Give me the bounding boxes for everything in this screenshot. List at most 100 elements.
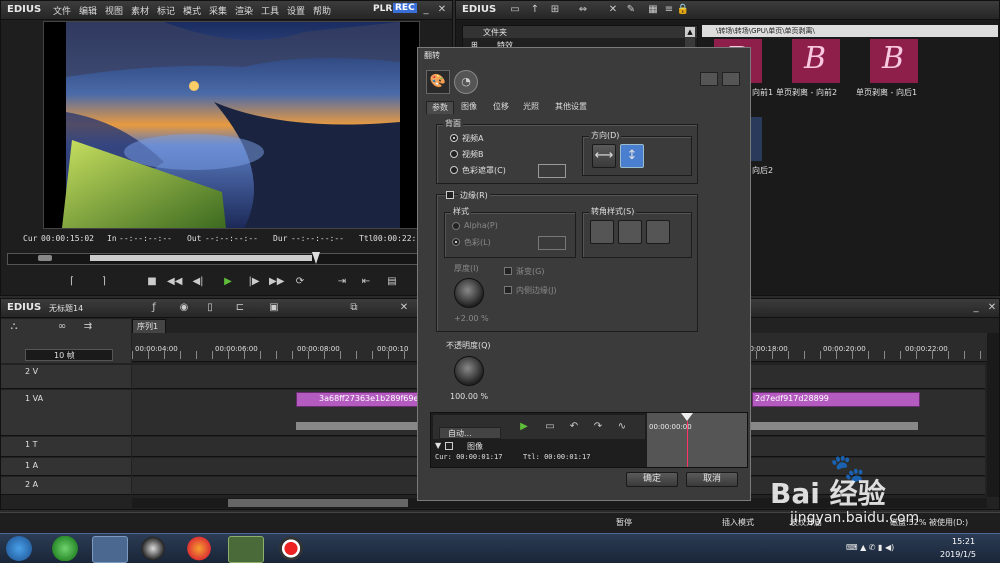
clip-right[interactable]: 2d7edf917d28899 [752, 392, 920, 407]
kf-graph-icon[interactable]: ∿ [615, 421, 629, 433]
track-header-2v[interactable]: 2 V [1, 365, 131, 389]
mark-in-icon[interactable]: ⌈ [65, 276, 79, 288]
track-header-1va[interactable]: 1 VA [1, 390, 131, 436]
timeline-minimize-icon[interactable]: _ [969, 302, 983, 314]
properties-icon[interactable]: ✎ [624, 4, 638, 16]
inner-border-checkbox[interactable] [504, 286, 512, 294]
border-color-swatch[interactable] [538, 236, 566, 250]
corner-square-button[interactable] [590, 220, 614, 244]
track-header-2a[interactable]: 2 A [1, 477, 131, 495]
scroll-up-icon[interactable]: ▲ [685, 27, 695, 37]
menu-marker[interactable]: 标记 [157, 4, 175, 17]
bin-item-2[interactable]: B [792, 39, 840, 83]
track-header-1t[interactable]: 1 T [1, 437, 131, 457]
tab-params[interactable]: 参数 [426, 101, 454, 114]
start-button[interactable] [6, 536, 32, 561]
capture-icon[interactable]: ◉ [177, 302, 191, 314]
radio-video-b[interactable] [450, 150, 458, 158]
play-icon[interactable]: ▶ [221, 276, 235, 288]
folder-icon[interactable]: ▭ [508, 4, 522, 16]
delete-icon[interactable]: ✕ [606, 4, 620, 16]
tray-icons[interactable]: ⌨ ▲ ✆ ▮ ◀) [846, 543, 894, 552]
tab-image[interactable]: 图像 [456, 101, 482, 113]
rec-toggle[interactable]: REC [393, 3, 417, 13]
direction-vertical-button[interactable]: ↕ [620, 144, 644, 168]
rewind-icon[interactable]: ◀◀ [167, 276, 182, 288]
overwrite-icon[interactable]: ⇤ [359, 276, 373, 288]
output-icon[interactable]: ▤ [385, 276, 399, 288]
kf-prev-icon[interactable]: ↶ [567, 421, 581, 433]
tab-other[interactable]: 其他设置 [548, 101, 594, 113]
scrub-playhead[interactable] [312, 252, 320, 264]
direction-horizontal-button[interactable]: ⟷ [592, 144, 616, 168]
taskbar-app-qq[interactable] [136, 536, 170, 561]
opacity-knob[interactable] [454, 356, 484, 386]
taskbar-app-recorder[interactable] [274, 536, 308, 561]
kf-add-icon[interactable]: ▭ [543, 421, 557, 433]
close-icon[interactable]: ✕ [435, 4, 449, 16]
open-icon[interactable]: ⊏ [233, 302, 247, 314]
plr-toggle[interactable]: PLR [373, 4, 392, 14]
menu-clip[interactable]: 素材 [131, 4, 149, 17]
timeline-icon[interactable]: ⇔ [576, 4, 590, 16]
ok-button[interactable]: 确定 [626, 472, 678, 487]
stop-icon[interactable]: ■ [145, 276, 159, 288]
list-icon[interactable]: ≡ [662, 4, 676, 16]
dialog-tool-icon-1[interactable] [700, 72, 718, 86]
zoom-control[interactable]: 10 帧 [25, 349, 113, 361]
sync-icon[interactable]: ∞ [55, 321, 69, 333]
lock-icon[interactable]: 🔒 [676, 4, 690, 16]
menu-capture[interactable]: 采集 [209, 4, 227, 17]
keyframe-timeline[interactable]: 00:00:00:00 [647, 413, 747, 467]
track-mode-icon[interactable]: ⛬ [7, 321, 21, 333]
kf-track-checkbox[interactable] [445, 442, 453, 450]
gradient-checkbox[interactable] [504, 267, 512, 275]
radio-color-matte[interactable] [450, 166, 458, 174]
dialog-tool-icon-2[interactable] [722, 72, 740, 86]
new-icon[interactable]: ▯ [203, 302, 217, 314]
cancel-button[interactable]: 取消 [686, 472, 738, 487]
track-header-1a[interactable]: 1 A [1, 458, 131, 476]
step-forward-icon[interactable]: |▶ [247, 276, 261, 288]
menu-file[interactable]: 文件 [53, 4, 71, 17]
border-checkbox[interactable] [446, 191, 454, 199]
up-icon[interactable]: ↑ [528, 4, 542, 16]
taskbar-app-edius[interactable] [228, 536, 264, 563]
menu-render[interactable]: 渲染 [235, 4, 253, 17]
tab-light[interactable]: 光照 [518, 101, 544, 113]
effect-icon[interactable]: ƒ [147, 302, 161, 314]
preset-button[interactable]: ◔ [454, 70, 478, 94]
taskbar-app-firefox[interactable] [182, 536, 216, 561]
kf-play-icon[interactable]: ▶ [517, 421, 531, 433]
corner-round-button[interactable] [618, 220, 642, 244]
clip-left[interactable]: 3a68ff27363e1b289f69e [296, 392, 422, 407]
loop-icon[interactable]: ⟳ [293, 276, 307, 288]
menu-settings[interactable]: 设置 [287, 4, 305, 17]
timeline-close-icon[interactable]: ✕ [985, 302, 999, 314]
minimize-icon[interactable]: _ [419, 4, 433, 16]
palette-button[interactable]: 🎨 [426, 70, 450, 94]
copy-icon[interactable]: ⧉ [347, 302, 361, 314]
taskbar-app-explorer[interactable] [92, 536, 128, 563]
save-icon[interactable]: ▣ [267, 302, 281, 314]
keyframe-playhead[interactable] [681, 413, 693, 421]
menu-help[interactable]: 帮助 [313, 4, 331, 17]
taskbar-app-browser[interactable] [48, 536, 82, 561]
add-clip-icon[interactable]: ⊞ [548, 4, 562, 16]
fast-forward-icon[interactable]: ▶▶ [269, 276, 284, 288]
step-back-icon[interactable]: ◀| [191, 276, 205, 288]
corner-bevel-button[interactable] [646, 220, 670, 244]
bin-item-3[interactable]: B [870, 39, 918, 83]
menu-view[interactable]: 视图 [105, 4, 123, 17]
view-icon[interactable]: ▦ [646, 4, 660, 16]
sequence-tab[interactable]: 序列1 [132, 319, 166, 334]
insert-icon[interactable]: ⇥ [335, 276, 349, 288]
menu-tools[interactable]: 工具 [261, 4, 279, 17]
radio-color[interactable] [452, 238, 460, 246]
thickness-knob[interactable] [454, 278, 484, 308]
timeline-hscroll-thumb[interactable] [228, 499, 408, 507]
radio-video-a[interactable] [450, 134, 458, 142]
mark-out-icon[interactable]: ⌉ [97, 276, 111, 288]
delete-clip-icon[interactable]: ✕ [397, 302, 411, 314]
menu-edit[interactable]: 编辑 [79, 4, 97, 17]
